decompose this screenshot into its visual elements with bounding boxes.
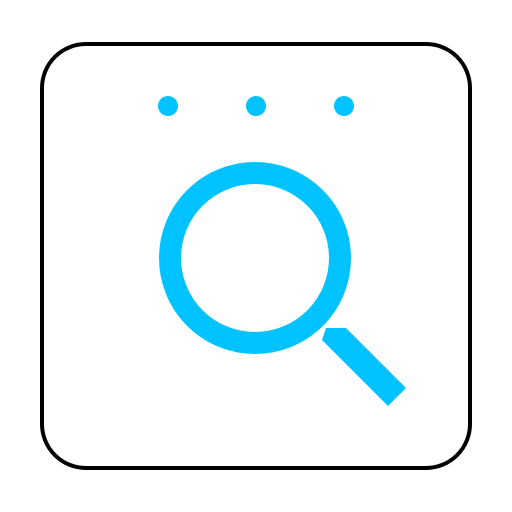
app-icon	[0, 0, 512, 512]
dot-icon	[158, 96, 178, 116]
search-window-icon	[40, 42, 472, 470]
dot-icon	[334, 96, 354, 116]
dot-icon	[246, 96, 266, 116]
